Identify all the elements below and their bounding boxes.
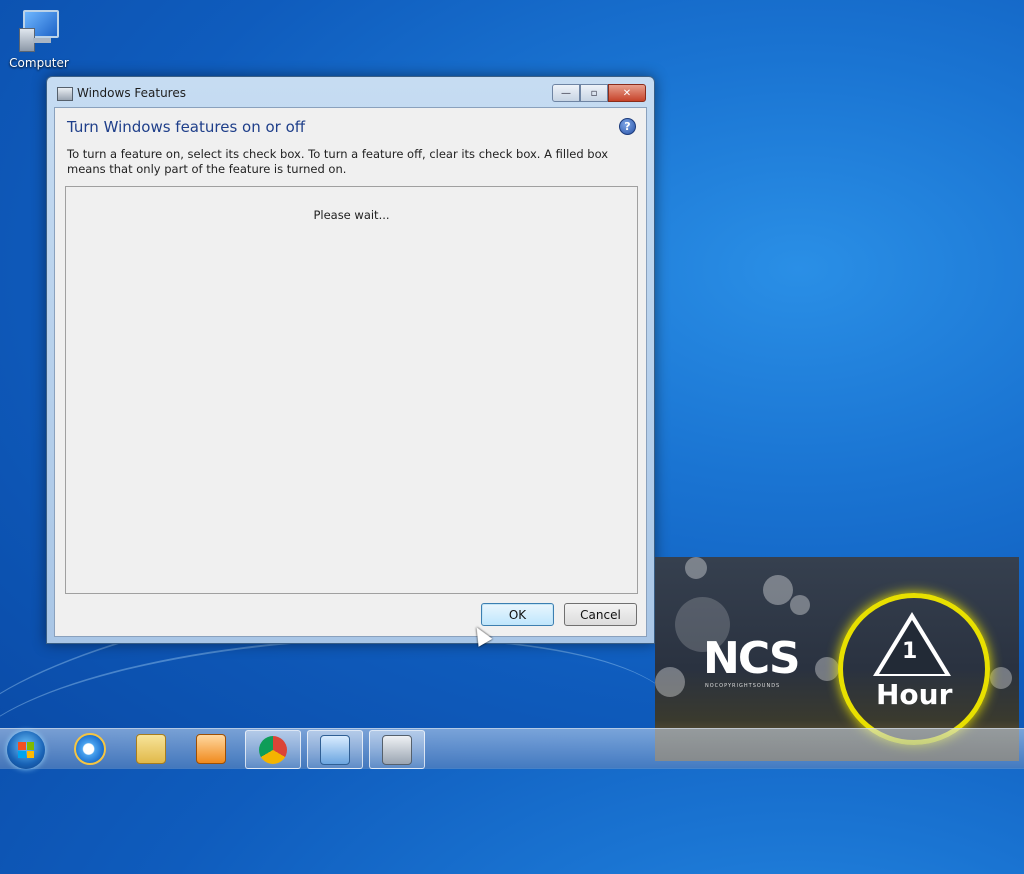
taskbar-internet-explorer[interactable] (63, 730, 117, 767)
close-button[interactable]: ✕ (608, 84, 646, 102)
badge-text: Hour (876, 678, 953, 711)
taskbar-control-panel[interactable] (307, 730, 363, 769)
windows-features-icon (382, 734, 412, 765)
taskbar-file-explorer[interactable] (124, 730, 178, 767)
instructions-text: To turn a feature on, select its check b… (67, 147, 609, 176)
badge-number: 1 (902, 639, 918, 664)
taskbar-media-player[interactable] (184, 730, 238, 767)
desktop-icon-label: Computer (9, 56, 69, 70)
loading-status: Please wait... (313, 208, 390, 222)
title-bar[interactable]: Windows Features — ▫ ✕ (47, 77, 654, 107)
ncs-subtitle: NOCOPYRIGHTSOUNDS (705, 683, 781, 689)
media-player-icon (196, 733, 226, 764)
help-icon[interactable]: ? (619, 118, 636, 135)
ok-button[interactable]: OK (481, 603, 554, 626)
control-panel-icon (320, 734, 350, 765)
file-explorer-icon (136, 733, 166, 764)
desktop-icon-computer[interactable]: Computer (8, 8, 70, 70)
page-title: Turn Windows features on or off (67, 118, 306, 136)
computer-icon (17, 8, 61, 54)
minimize-button[interactable]: — (552, 84, 580, 102)
caption-buttons: — ▫ ✕ (552, 84, 646, 102)
dialog-content: Turn Windows features on or off ? To tur… (54, 107, 647, 637)
internet-explorer-icon (74, 732, 106, 765)
taskbar-chrome[interactable] (245, 730, 301, 769)
window-app-icon (57, 87, 73, 101)
features-tree[interactable]: Please wait... (65, 186, 638, 594)
chrome-icon (259, 735, 287, 764)
cancel-button[interactable]: Cancel (564, 603, 637, 626)
taskbar-windows-features[interactable] (369, 730, 425, 769)
ncs-logo: NCS (703, 633, 801, 684)
start-button[interactable] (7, 731, 45, 769)
windows-features-dialog: Windows Features — ▫ ✕ Turn Windows feat… (46, 76, 655, 644)
window-title: Windows Features (77, 86, 186, 100)
taskbar (0, 728, 1024, 769)
maximize-button[interactable]: ▫ (580, 84, 608, 102)
windows-logo-icon (18, 742, 34, 758)
